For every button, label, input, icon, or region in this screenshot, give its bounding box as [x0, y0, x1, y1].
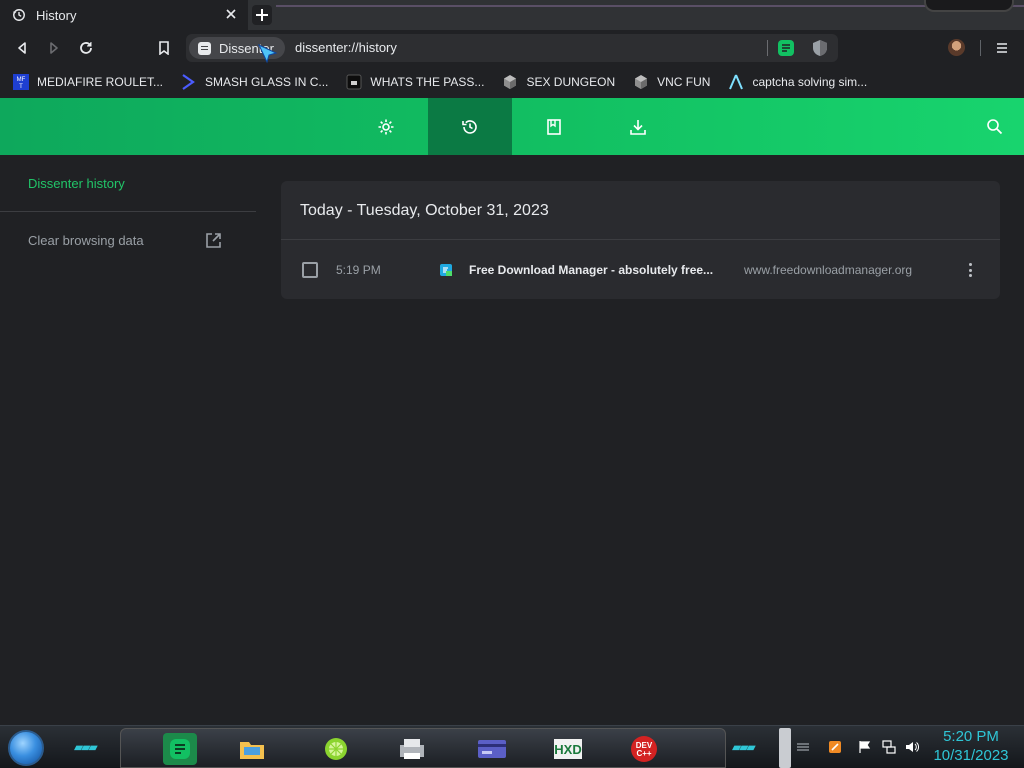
bookmark-label: MEDIAFIRE ROULET... [37, 75, 164, 89]
comment-extension-icon[interactable] [777, 39, 795, 57]
tab-title: History [36, 7, 77, 23]
bookmark-label: WHATS THE PASS... [370, 75, 485, 89]
bookmark-label: captcha solving sim... [752, 75, 868, 89]
plus-icon [256, 9, 268, 21]
stack-icon [797, 743, 809, 751]
forward-button[interactable] [44, 38, 64, 58]
svg-text:HXD: HXD [554, 742, 581, 757]
svg-text:C++: C++ [636, 749, 651, 758]
mouse-cursor-icon [258, 44, 278, 64]
sidebar-divider [0, 211, 256, 212]
bookmark-item[interactable]: captcha solving sim... [727, 73, 867, 91]
toolbar: Dissenter dissenter://history [0, 30, 1024, 66]
forward-arrow-icon [50, 42, 58, 54]
dissenter-app-icon[interactable] [163, 733, 197, 765]
address-separator [767, 40, 768, 56]
tab-strip: History [0, 0, 1024, 30]
bookmark-item[interactable]: WHATS THE PASS... [345, 73, 484, 91]
bookmark-label: SEX DUNGEON [526, 75, 616, 89]
bookmark-item[interactable]: MF T MEDIAFIRE ROULET... [12, 73, 163, 91]
history-date-heading: Today - Tuesday, October 31, 2023 [300, 202, 549, 219]
bookmark-item[interactable]: SMASH GLASS IN C... [180, 73, 328, 91]
bookmark-item[interactable]: SEX DUNGEON [501, 73, 615, 91]
app-tray-icon[interactable] [828, 740, 842, 754]
devcpp-app-icon[interactable]: DEV C++ [627, 733, 661, 765]
bookmark-icon [159, 41, 169, 55]
file-explorer-icon[interactable] [235, 733, 269, 765]
svg-text:T: T [19, 84, 23, 90]
bookmarks-bar: MF T MEDIAFIRE ROULET... SMASH GLASS IN C… [0, 66, 1024, 98]
more-options-icon[interactable] [965, 261, 975, 279]
hxd-app-icon[interactable]: HXD [551, 733, 585, 765]
tab-history[interactable]: History [0, 0, 248, 30]
reload-icon [80, 42, 92, 54]
network-icon[interactable] [882, 740, 896, 754]
sidebar: Dissenter history Clear browsing data [0, 155, 256, 725]
profile-avatar[interactable] [948, 39, 965, 56]
close-icon[interactable] [224, 7, 238, 21]
dissenter-icon [198, 41, 211, 55]
lime-app-icon[interactable] [319, 733, 353, 765]
menu-separator [980, 40, 981, 56]
mediafire-icon: MF T [12, 73, 30, 91]
download-icon [630, 119, 646, 135]
new-tab-button[interactable] [252, 5, 272, 25]
entry-checkbox[interactable] [302, 262, 318, 278]
nav-history[interactable] [428, 98, 512, 155]
triangle-logo-icon [727, 73, 745, 91]
start-button[interactable] [8, 730, 44, 766]
url-text[interactable]: dissenter://history [295, 40, 397, 55]
dark-square-icon [345, 73, 363, 91]
volume-icon[interactable] [905, 740, 919, 754]
menu-button[interactable] [992, 38, 1012, 58]
taskbar-scroller[interactable] [779, 728, 791, 768]
app-header [0, 98, 1024, 155]
flag-icon[interactable] [858, 740, 872, 754]
back-arrow-icon [18, 42, 26, 54]
card-app-icon[interactable] [475, 733, 509, 765]
search-icon [986, 119, 1002, 135]
nav-settings[interactable] [344, 98, 428, 155]
bookmark-label: SMASH GLASS IN C... [205, 75, 329, 89]
address-bar[interactable]: Dissenter dissenter://history [186, 34, 838, 62]
chevron-logo-icon [180, 73, 198, 91]
svg-text:MF: MF [17, 77, 26, 83]
tab-strip-line [276, 5, 1024, 7]
search-button[interactable] [952, 98, 1024, 155]
history-entry[interactable]: 5:19 PM Free Download Manager - absolute… [281, 240, 1000, 299]
reload-button[interactable] [76, 38, 96, 58]
entry-title-link[interactable]: Free Download Manager - absolutely free.… [469, 263, 713, 277]
clock-time[interactable]: 5:20 PM [936, 728, 1006, 745]
hamburger-menu-icon [997, 43, 1007, 53]
bookmark-item[interactable]: VNC FUN [632, 73, 710, 91]
printer-app-icon[interactable] [395, 733, 429, 765]
sidebar-item-history[interactable]: Dissenter history [28, 176, 125, 191]
nav-downloads[interactable] [596, 98, 680, 155]
bookmark-button[interactable] [154, 38, 174, 58]
history-icon [462, 119, 477, 134]
window-decoration [924, 0, 1014, 12]
cube-icon [501, 73, 519, 91]
history-card: Today - Tuesday, October 31, 2023 5:19 P… [281, 181, 1000, 299]
clear-browsing-data-link[interactable]: Clear browsing data [28, 233, 144, 248]
taskbar: ▰▰▰ HXD DEV C++ ▰▰▰ 5:20 PM 10/31/2023 [0, 725, 1024, 768]
bookmark-label: VNC FUN [657, 75, 711, 89]
gear-icon [378, 119, 394, 134]
external-link-icon[interactable] [205, 232, 222, 249]
taskbar-decoration: ▰▰▰ [732, 740, 756, 754]
fdm-favicon-icon [440, 264, 452, 276]
bookmarks-icon [547, 118, 561, 135]
nav-bookmarks[interactable] [512, 98, 596, 155]
shield-icon[interactable] [811, 39, 829, 57]
back-button[interactable] [12, 38, 32, 58]
taskbar-decoration: ▰▰▰ [74, 740, 98, 754]
entry-domain: www.freedownloadmanager.org [744, 263, 913, 277]
history-icon [12, 9, 25, 21]
entry-time: 5:19 PM [336, 263, 381, 277]
cube-icon [632, 73, 650, 91]
clock-date[interactable]: 10/31/2023 [930, 747, 1012, 764]
taskbar-dock: HXD DEV C++ [120, 728, 726, 768]
